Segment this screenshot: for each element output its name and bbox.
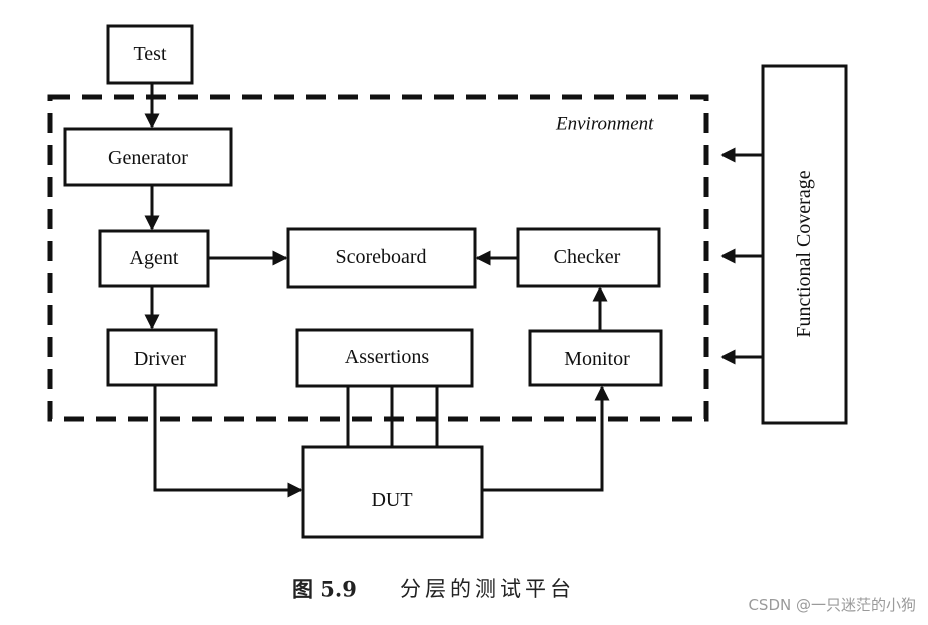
node-agent-label: Agent bbox=[130, 247, 179, 269]
node-checker: Checker bbox=[516, 227, 661, 288]
figure-number: 图 5.9 bbox=[292, 577, 357, 602]
node-scoreboard: Scoreboard bbox=[286, 227, 477, 289]
node-dut: DUT bbox=[301, 445, 484, 539]
node-assertions-label: Assertions bbox=[345, 346, 430, 368]
node-test: Test bbox=[106, 24, 194, 85]
node-scoreboard-label: Scoreboard bbox=[335, 246, 426, 268]
node-functional-coverage-label: Functional Coverage bbox=[793, 170, 815, 337]
figure-title: 分层的测试平台 bbox=[400, 577, 575, 601]
node-generator-label: Generator bbox=[108, 147, 188, 169]
edge-driver-dut bbox=[153, 385, 303, 498]
watermark: CSDN @一只迷茫的小狗 bbox=[748, 596, 916, 614]
layered-testbench-diagram: Environment Test Generator Agent Scorebo… bbox=[47, 24, 848, 602]
node-checker-label: Checker bbox=[554, 246, 621, 268]
node-driver: Driver bbox=[106, 328, 218, 387]
node-monitor: Monitor bbox=[528, 329, 663, 387]
environment-label: Environment bbox=[555, 114, 654, 135]
node-driver-label: Driver bbox=[134, 348, 187, 370]
node-monitor-label: Monitor bbox=[564, 348, 630, 370]
node-generator: Generator bbox=[63, 127, 233, 187]
edge-dut-monitor bbox=[482, 385, 610, 492]
node-assertions: Assertions bbox=[295, 328, 474, 388]
node-test-label: Test bbox=[133, 43, 166, 65]
node-functional-coverage: Functional Coverage bbox=[761, 64, 848, 425]
node-agent: Agent bbox=[98, 229, 210, 288]
node-dut-label: DUT bbox=[371, 489, 412, 511]
